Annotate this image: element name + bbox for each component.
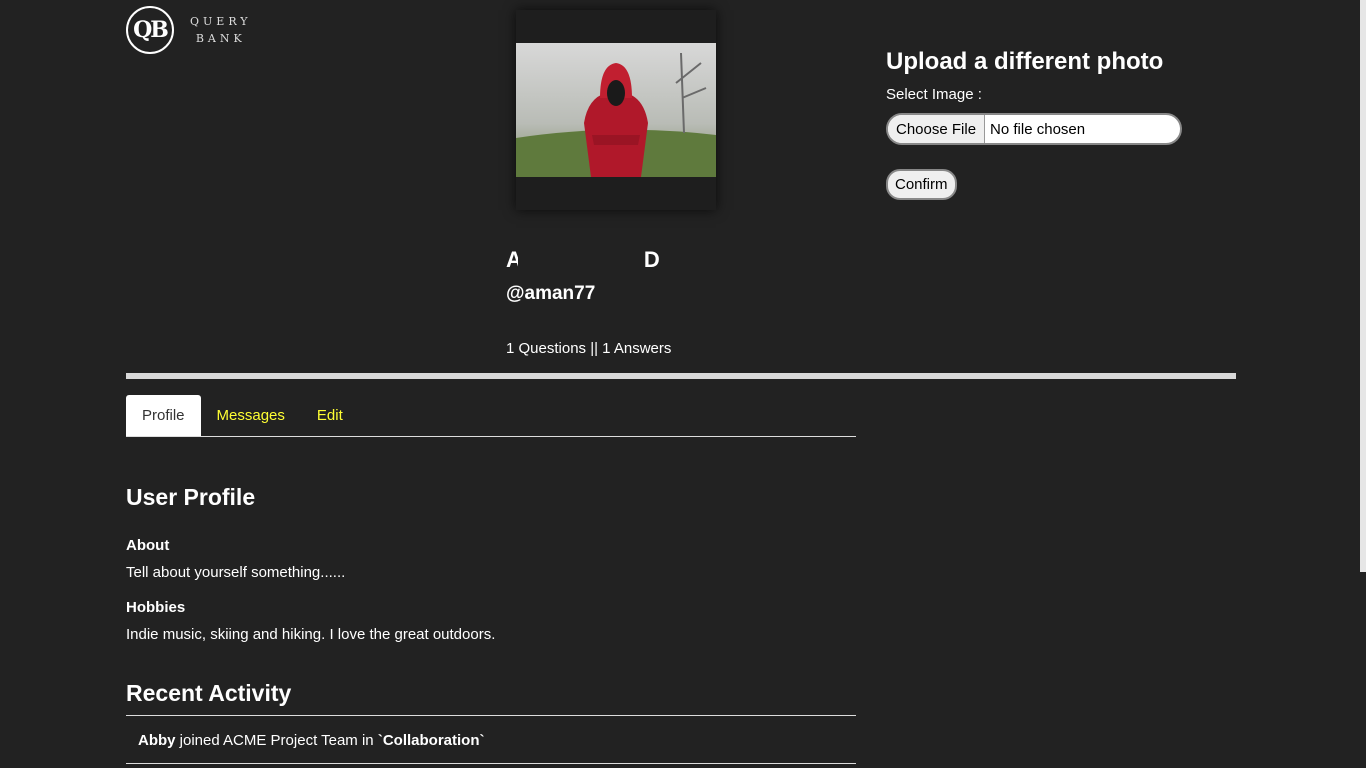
about-value: Tell about yourself something...... bbox=[126, 564, 346, 581]
hobbies-value: Indie music, skiing and hiking. I love t… bbox=[126, 626, 496, 643]
tab-edit[interactable]: Edit bbox=[301, 395, 359, 436]
tab-messages[interactable]: Messages bbox=[201, 395, 301, 436]
name-redaction bbox=[517, 247, 648, 276]
logo-line2: BANK bbox=[195, 32, 246, 45]
logo-text: QUERY BANK bbox=[190, 13, 252, 47]
confirm-button[interactable]: Confirm bbox=[886, 169, 957, 200]
activity-action: joined ACME Project Team in bbox=[175, 732, 378, 749]
profile-tabs: Profile Messages Edit bbox=[126, 395, 856, 437]
logo-monogram: QB bbox=[126, 6, 174, 54]
list-item: Abby joined ACME Project Team in `Collab… bbox=[126, 716, 856, 764]
user-profile-section: User Profile About Tell about yourself s… bbox=[126, 484, 856, 643]
activity-target[interactable]: `Collaboration` bbox=[378, 732, 485, 749]
user-profile-heading: User Profile bbox=[126, 484, 256, 510]
select-image-label: Select Image : bbox=[886, 86, 982, 103]
file-status: No file chosen bbox=[990, 120, 1086, 138]
activity-list: Abby joined ACME Project Team in `Collab… bbox=[126, 715, 856, 764]
logo[interactable]: QB QUERY BANK bbox=[126, 6, 252, 54]
profile-photo bbox=[516, 10, 716, 210]
upload-title: Upload a different photo bbox=[886, 48, 1164, 75]
profile-name: AD bbox=[506, 247, 660, 276]
hooded-figure-photo bbox=[516, 43, 716, 177]
upload-panel: Upload a different photo Select Image : … bbox=[886, 48, 1182, 200]
logo-line1: QUERY bbox=[190, 15, 252, 28]
recent-activity-heading: Recent Activity bbox=[126, 680, 292, 706]
file-input[interactable]: Choose File No file chosen bbox=[886, 113, 1182, 145]
page-scrollbar[interactable] bbox=[1360, 0, 1366, 572]
activity-user[interactable]: Abby bbox=[138, 732, 176, 749]
profile-name-end: D bbox=[643, 247, 660, 272]
profile-handle: @aman77 bbox=[506, 283, 596, 304]
tab-profile[interactable]: Profile bbox=[126, 395, 201, 436]
section-divider bbox=[126, 373, 1236, 379]
about-label: About bbox=[126, 537, 170, 554]
profile-stats: 1 Questions || 1 Answers bbox=[506, 340, 672, 357]
hobbies-label: Hobbies bbox=[126, 599, 186, 616]
choose-file-button[interactable]: Choose File bbox=[888, 115, 986, 143]
